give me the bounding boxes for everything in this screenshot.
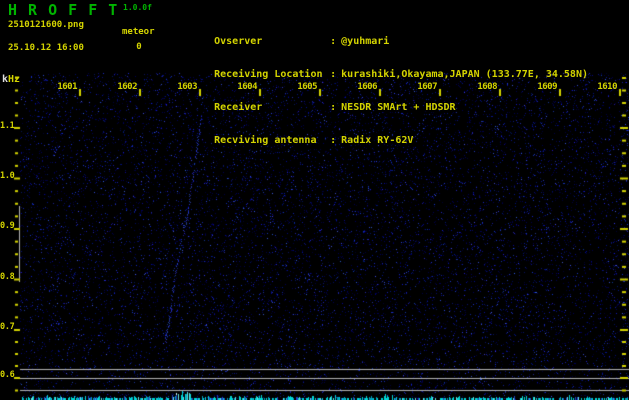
datetime-label: 25.10.12 16:00	[8, 44, 84, 54]
info-label: Receiver	[214, 102, 330, 113]
app-title: H R O F F T	[8, 2, 118, 19]
info-separator: :	[330, 135, 336, 146]
time-tick-label: 1604	[232, 82, 257, 92]
freq-tick-label: 1.0	[0, 172, 14, 181]
info-row: Receiving Location:kurashiki,Okayama,JAP…	[178, 58, 588, 69]
info-value: @yuhmari	[341, 36, 389, 47]
freq-tick-label: 0.8	[0, 273, 14, 282]
info-row: Recviving antenna:Radix RY-62V	[178, 124, 588, 135]
time-tick-label: 1605	[292, 82, 317, 92]
info-row: Ovserver:@yuhmari	[178, 25, 588, 36]
freq-tick-label: 0.7	[0, 323, 14, 332]
time-tick-label: 1602	[112, 82, 137, 92]
time-tick-label: 1603	[172, 82, 197, 92]
freq-tick-label: 0.6	[0, 371, 14, 380]
info-value: Radix RY-62V	[341, 135, 413, 146]
info-value: NESDR SMArt + HDSDR	[341, 102, 455, 113]
freq-tick-label: 0.9	[0, 222, 14, 231]
info-label: Recviving antenna	[214, 135, 330, 146]
time-tick-label: 1610	[592, 82, 617, 92]
version-label: 1.0.0f	[123, 4, 152, 13]
info-label: Ovserver	[214, 36, 330, 47]
freq-unit-label: kHz	[2, 74, 20, 85]
info-separator: :	[330, 36, 336, 47]
time-tick-label: 1609	[532, 82, 557, 92]
time-tick-label: 1607	[412, 82, 437, 92]
info-label: Receiving Location	[214, 69, 330, 80]
freq-tick-label: 1.1	[0, 122, 14, 131]
observer-info-table: Ovserver:@yuhmari Receiving Location:kur…	[178, 3, 588, 157]
meteor-label: meteor	[122, 28, 155, 38]
info-separator: :	[330, 102, 336, 113]
time-tick-label: 1601	[52, 82, 77, 92]
hrofft-output: H R O F F T 1.0.0f 2510121600.png meteor…	[0, 0, 629, 400]
freq-unit-hz: Hz	[8, 74, 20, 85]
time-tick-label: 1608	[472, 82, 497, 92]
info-separator: :	[330, 69, 336, 80]
info-row: Receiver:NESDR SMArt + HDSDR	[178, 91, 588, 102]
meteor-count: 0	[122, 43, 156, 53]
time-tick-label: 1606	[352, 82, 377, 92]
filename-label: 2510121600.png	[8, 21, 84, 31]
info-value: kurashiki,Okayama,JAPAN (133.77E, 34.58N…	[341, 69, 588, 80]
